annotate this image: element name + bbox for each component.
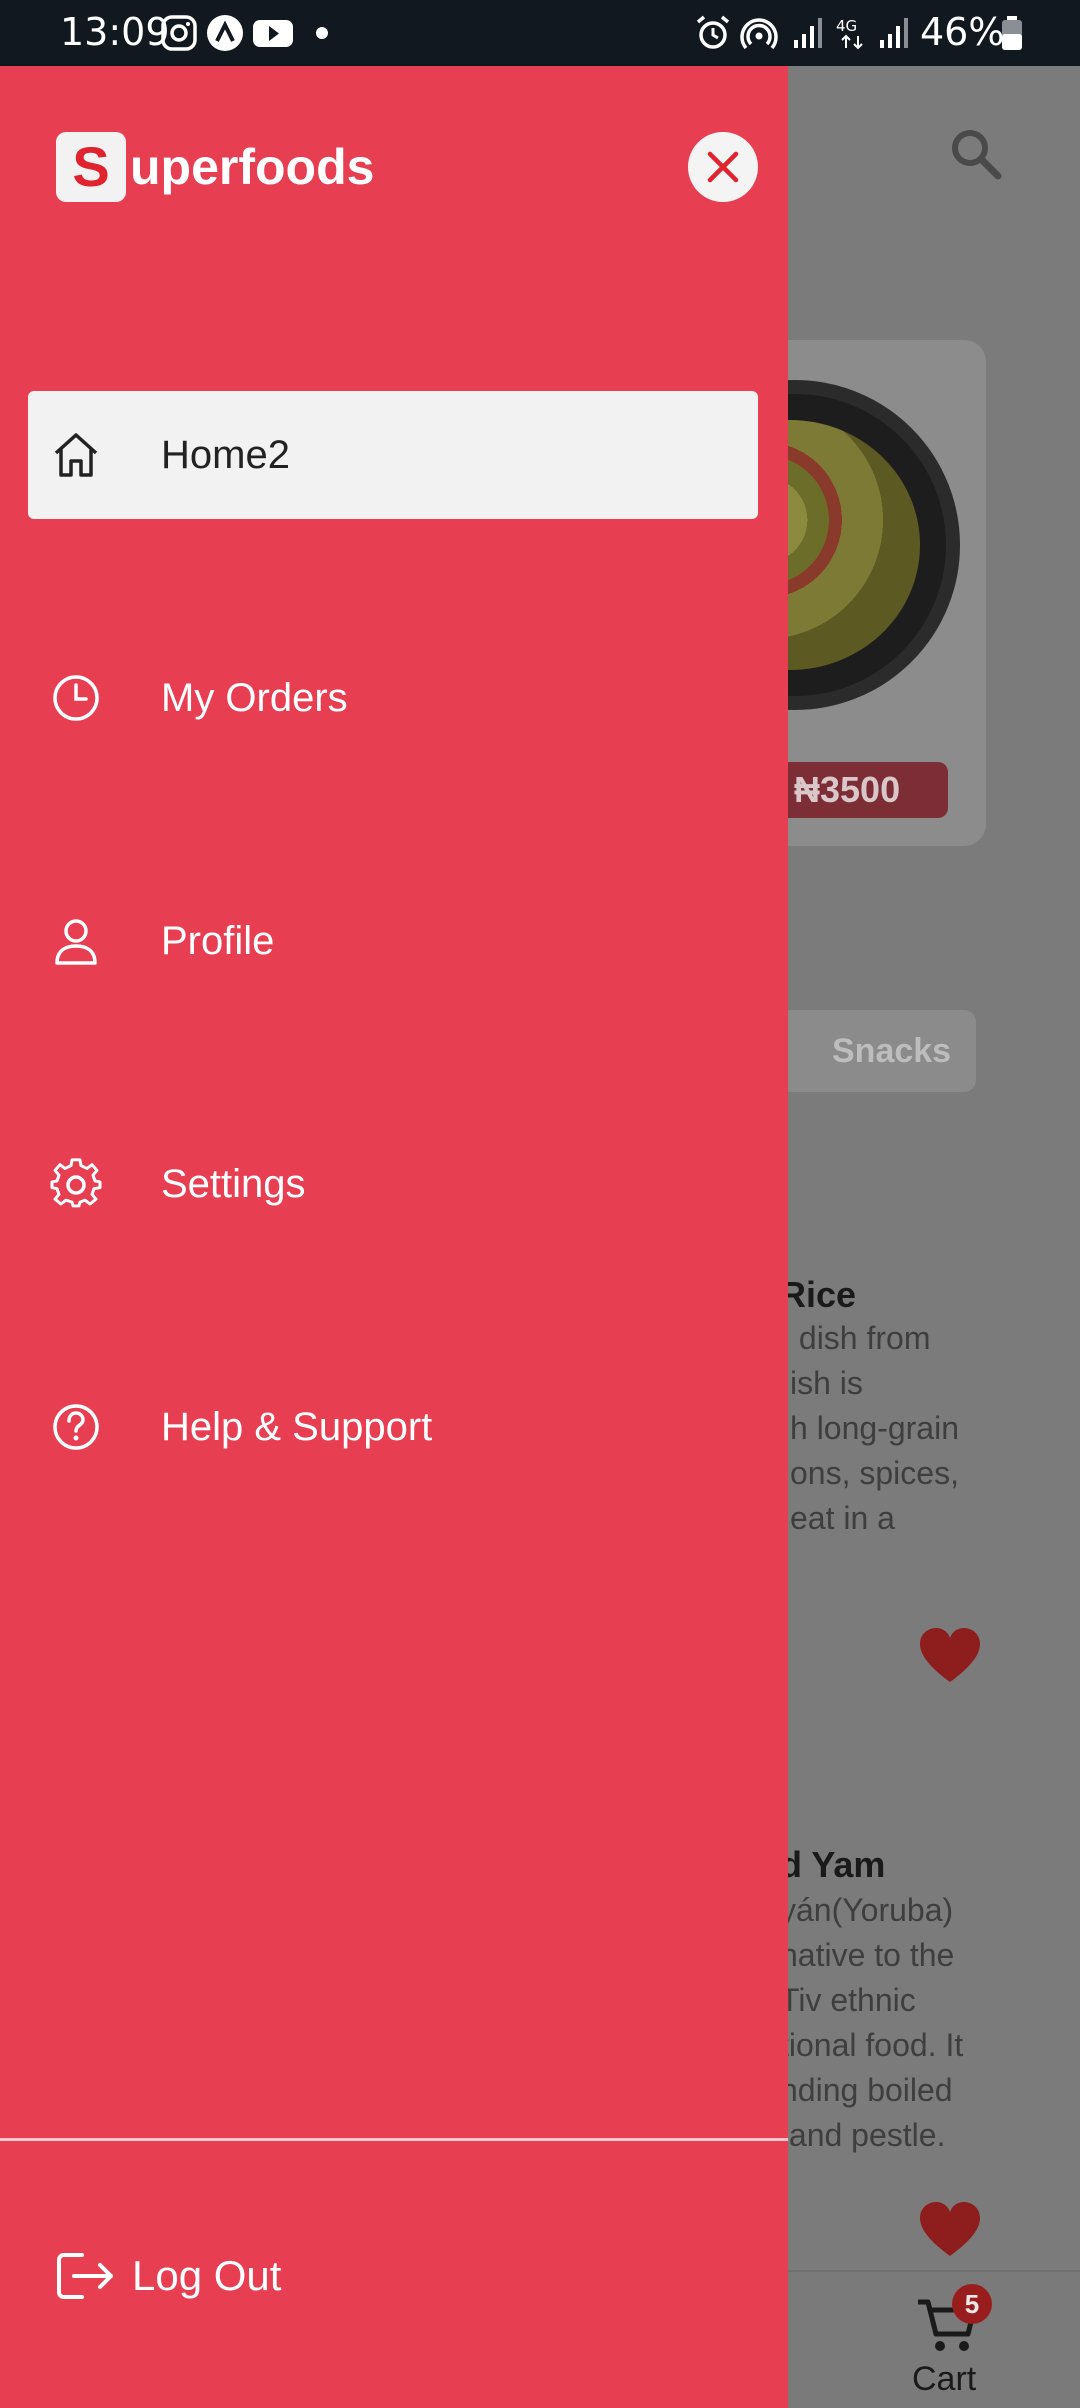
heart-icon <box>920 1628 980 1682</box>
nav-item-label: Profile <box>161 919 275 963</box>
food-description: dish from ish is h long-grain ons, spices, e… <box>790 1320 959 1536</box>
hotspot-icon <box>740 18 778 50</box>
logout-button[interactable]: Log Out <box>56 2246 281 2306</box>
nav-item-label: Home2 <box>161 433 290 477</box>
svg-text:4G: 4G <box>836 17 857 35</box>
cart-label: Cart <box>912 2360 977 2398</box>
home-icon <box>54 433 98 477</box>
battery-icon <box>1002 16 1022 50</box>
nav-item-label: Help & Support <box>161 1405 433 1449</box>
logout-label: Log Out <box>132 2252 282 2299</box>
status-time: 13:09 <box>60 10 170 54</box>
heart-icon <box>920 2202 980 2256</box>
nav-item-home[interactable]: Home2 <box>28 391 758 519</box>
alarm-icon <box>696 15 730 49</box>
nav-item-label: My Orders <box>161 676 348 720</box>
app-icon <box>207 15 243 51</box>
category-chip-snacks: Snacks <box>780 1010 976 1092</box>
brand-name: uperfoods <box>130 139 375 195</box>
4g-icon: 4G <box>836 17 863 50</box>
search-icon <box>952 130 1002 180</box>
user-icon <box>55 919 97 965</box>
featured-price: ₦3500 <box>780 762 948 818</box>
food-description: yán(Yoruba) native to the Tiv ethnic tional… <box>780 1892 964 2153</box>
instagram-icon <box>161 15 197 51</box>
dot-icon <box>316 27 328 39</box>
nav-item-help-support[interactable]: Help & Support <box>28 1363 758 1491</box>
nav-item-profile[interactable]: Profile <box>28 877 758 1005</box>
clock-icon <box>53 675 99 721</box>
nav-item-my-orders[interactable]: My Orders <box>28 634 758 762</box>
close-drawer-button[interactable] <box>688 132 758 202</box>
close-icon <box>707 151 739 183</box>
logout-icon <box>57 2253 113 2299</box>
brand-logo: S uperfoods <box>56 132 374 202</box>
brand-logo-initial: S <box>56 132 126 202</box>
drawer-divider <box>0 2138 788 2141</box>
nav-item-settings[interactable]: Settings <box>28 1120 758 1248</box>
youtube-icon <box>253 20 293 47</box>
battery-percent: 46% <box>920 10 1005 54</box>
signal-icon <box>794 18 822 48</box>
signal-icon <box>880 18 908 48</box>
cart-count-badge: 5 <box>952 2284 992 2324</box>
food-title: Rice <box>780 1274 857 1315</box>
status-bar: 13:09 4G 46% <box>0 0 1080 66</box>
help-icon <box>53 1404 99 1450</box>
navigation-drawer: S uperfoods Home2 My Orders Profile Sett <box>0 66 788 2408</box>
nav-item-label: Settings <box>161 1162 306 1206</box>
gear-icon <box>50 1158 102 1208</box>
